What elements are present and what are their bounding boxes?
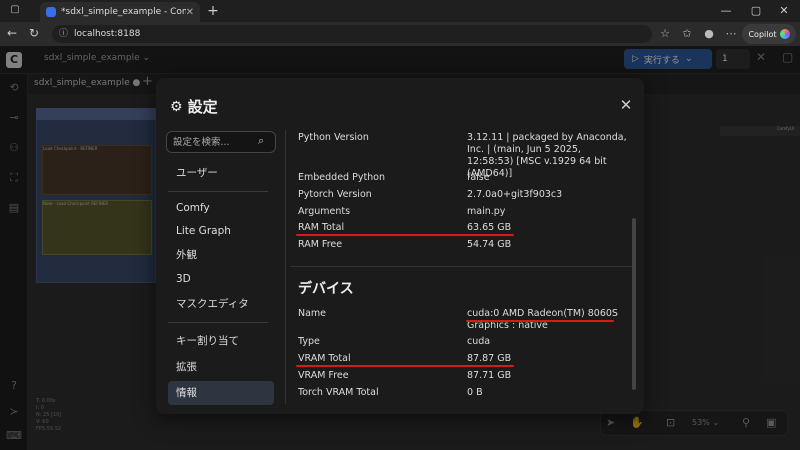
copilot-button[interactable]: Copilot xyxy=(742,24,796,44)
scrollbar-thumb[interactable] xyxy=(632,218,636,390)
favorite-star-icon[interactable]: ☆ xyxy=(656,25,674,43)
nav-divider xyxy=(168,322,268,323)
device-value-vram-free: 87.71 GB xyxy=(467,370,512,381)
new-tab-icon[interactable]: + xyxy=(204,2,222,20)
nav-item-lite-graph[interactable]: Lite Graph xyxy=(168,219,274,243)
favorites-icon[interactable]: ✩ xyxy=(678,25,696,43)
devices-heading: デバイス xyxy=(298,281,354,297)
device-label-vram-free: VRAM Free xyxy=(298,370,349,381)
profile-icon[interactable]: ● xyxy=(700,25,718,43)
close-dialog-button[interactable]: ✕ xyxy=(617,96,635,114)
info-label-arguments: Arguments xyxy=(298,206,351,217)
section-divider xyxy=(290,266,632,267)
nav-item-mask-editor[interactable]: マスクエディタ xyxy=(168,292,274,316)
minimize-icon[interactable]: — xyxy=(714,2,738,20)
device-label-torch-vram-total: Torch VRAM Total xyxy=(298,387,379,398)
info-icon: ⓘ xyxy=(59,29,69,39)
browser-tab-title: *sdxl_simple_example - ComfyUI xyxy=(61,7,186,17)
copilot-label: Copilot xyxy=(748,29,777,39)
close-window-icon[interactable]: ✕ xyxy=(772,2,796,20)
maximize-icon[interactable]: ▢ xyxy=(744,2,768,20)
back-icon[interactable]: ← xyxy=(4,25,20,41)
nav-item-3d[interactable]: 3D xyxy=(168,267,274,291)
info-value-ram-total: 63.65 GB xyxy=(467,222,512,233)
red-underline-vram-total xyxy=(296,365,514,367)
nav-item-about[interactable]: 情報 xyxy=(168,381,274,405)
browser-menu-icon[interactable]: ▢ xyxy=(8,4,22,18)
info-value-ram-free: 54.74 GB xyxy=(467,239,512,250)
copilot-icon xyxy=(779,29,790,39)
nav-item-appearance[interactable]: 外観 xyxy=(168,243,274,267)
info-value-arguments: main.py xyxy=(467,206,506,217)
device-label-type: Type xyxy=(298,336,320,347)
gear-icon: ⚙ xyxy=(170,98,183,115)
red-underline-ram-total xyxy=(296,234,514,236)
reload-icon[interactable]: ↻ xyxy=(26,25,42,41)
info-label-embedded-python: Embedded Python xyxy=(298,172,386,183)
info-label-ram-total: RAM Total xyxy=(298,222,345,233)
url-text: localhost:8188 xyxy=(74,29,141,39)
info-label-ram-free: RAM Free xyxy=(298,239,343,250)
dialog-title-text: 設定 xyxy=(187,98,218,116)
red-underline-device-name xyxy=(466,320,614,322)
browser-tab[interactable]: *sdxl_simple_example - ComfyUI ✕ xyxy=(40,2,200,22)
close-tab-icon[interactable]: ✕ xyxy=(186,7,194,18)
info-value-python-version: 3.12.11 | packaged by Anaconda, Inc. | (… xyxy=(467,132,627,179)
device-label-name: Name xyxy=(298,308,327,319)
info-value-pytorch-version: 2.7.0a0+git3f903c3 xyxy=(467,189,563,200)
comfyui-favicon-icon xyxy=(46,7,56,17)
panel-divider xyxy=(285,130,286,404)
search-icon[interactable]: ⌕ xyxy=(258,134,264,148)
device-value-torch-vram-total: 0 B xyxy=(467,387,483,398)
more-options-icon[interactable]: ⋯ xyxy=(722,25,740,43)
dialog-title: ⚙ 設定 xyxy=(170,96,218,117)
nav-item-comfy[interactable]: Comfy xyxy=(168,196,274,220)
nav-item-user[interactable]: ユーザー xyxy=(168,161,274,185)
nav-item-keybinding[interactable]: キー割り当て xyxy=(168,329,274,353)
info-label-python-version: Python Version xyxy=(298,132,369,143)
device-value-type: cuda xyxy=(467,336,491,347)
device-label-vram-total: VRAM Total xyxy=(298,353,351,364)
info-label-pytorch-version: Pytorch Version xyxy=(298,189,372,200)
search-input[interactable] xyxy=(173,135,255,149)
info-value-embedded-python: false xyxy=(467,172,490,183)
address-bar[interactable]: ⓘ localhost:8188 xyxy=(52,25,652,43)
nav-item-extension[interactable]: 拡張 xyxy=(168,355,274,379)
device-value-vram-total: 87.87 GB xyxy=(467,353,512,364)
nav-divider xyxy=(168,191,268,192)
